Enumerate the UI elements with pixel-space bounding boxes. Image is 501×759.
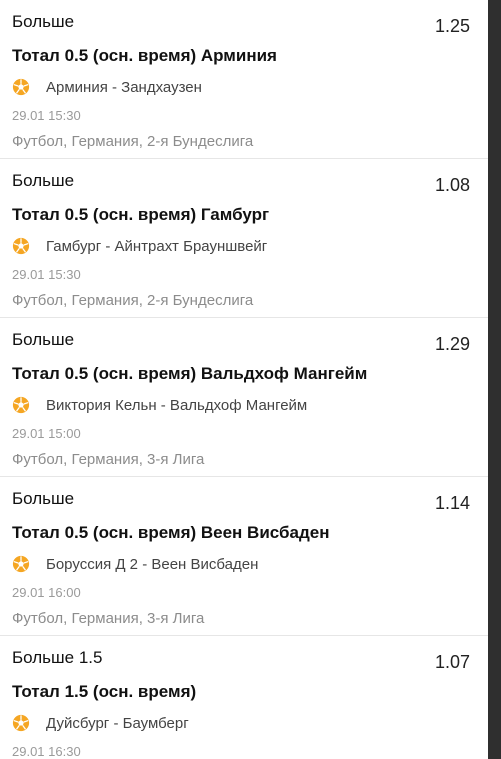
match-time: 29.01 16:00 bbox=[12, 585, 81, 600]
odds-value: 1.14 bbox=[434, 493, 470, 513]
odds-value: 1.25 bbox=[434, 16, 470, 36]
outcome-label: Больше bbox=[12, 12, 75, 31]
soccer-ball-icon bbox=[12, 237, 30, 255]
match-name: Гамбург - Айнтрахт Брауншвейг bbox=[46, 237, 268, 255]
bet-item[interactable]: Больше 1.14 Тотал 0.5 (осн. время) Веен … bbox=[0, 477, 488, 636]
market-title: Тотал 1.5 (осн. время) bbox=[12, 682, 197, 701]
match-row: Арминия - Зандхаузен bbox=[12, 78, 202, 96]
market-title: Тотал 0.5 (осн. время) Вальдхоф Мангейм bbox=[12, 364, 368, 383]
match-row: Гамбург - Айнтрахт Брауншвейг bbox=[12, 237, 267, 255]
match-time: 29.01 16:30 bbox=[12, 744, 81, 759]
bet-item[interactable]: Больше 1.5 1.07 Тотал 1.5 (осн. время) Д… bbox=[0, 636, 488, 759]
match-row: Дуйсбург - Баумберг bbox=[12, 714, 189, 732]
match-time: 29.01 15:00 bbox=[12, 426, 81, 441]
scrollbar-track[interactable] bbox=[488, 0, 501, 759]
market-title: Тотал 0.5 (осн. время) Веен Висбаден bbox=[12, 523, 330, 542]
outcome-label: Больше bbox=[12, 171, 75, 190]
league-label: Футбол, Германия, 3-я Лига bbox=[12, 451, 205, 468]
bets-list: Больше 1.25 Тотал 0.5 (осн. время) Армин… bbox=[0, 0, 488, 759]
match-time: 29.01 15:30 bbox=[12, 267, 81, 282]
match-name: Боруссия Д 2 - Веен Висбаден bbox=[46, 555, 259, 573]
league-label: Футбол, Германия, 2-я Бундеслига bbox=[12, 292, 254, 309]
league-label: Футбол, Германия, 3-я Лига bbox=[12, 610, 205, 627]
bet-item[interactable]: Больше 1.29 Тотал 0.5 (осн. время) Вальд… bbox=[0, 318, 488, 477]
soccer-ball-icon bbox=[12, 555, 30, 573]
soccer-ball-icon bbox=[12, 714, 30, 732]
match-time: 29.01 15:30 bbox=[12, 108, 81, 123]
match-row: Боруссия Д 2 - Веен Висбаден bbox=[12, 555, 258, 573]
match-name: Арминия - Зандхаузен bbox=[46, 78, 202, 96]
bet-item[interactable]: Больше 1.25 Тотал 0.5 (осн. время) Армин… bbox=[0, 0, 488, 159]
market-title: Тотал 0.5 (осн. время) Арминия bbox=[12, 46, 277, 65]
odds-value: 1.08 bbox=[434, 175, 470, 195]
odds-value: 1.07 bbox=[434, 652, 470, 672]
market-title: Тотал 0.5 (осн. время) Гамбург bbox=[12, 205, 270, 224]
soccer-ball-icon bbox=[12, 396, 30, 414]
bet-item[interactable]: Больше 1.08 Тотал 0.5 (осн. время) Гамбу… bbox=[0, 159, 488, 318]
match-name: Дуйсбург - Баумберг bbox=[46, 714, 189, 732]
soccer-ball-icon bbox=[12, 78, 30, 96]
odds-value: 1.29 bbox=[434, 334, 470, 354]
league-label: Футбол, Германия, 2-я Бундеслига bbox=[12, 133, 254, 150]
outcome-label: Больше bbox=[12, 330, 75, 349]
match-row: Виктория Кельн - Вальдхоф Мангейм bbox=[12, 396, 307, 414]
outcome-label: Больше 1.5 bbox=[12, 648, 103, 667]
match-name: Виктория Кельн - Вальдхоф Мангейм bbox=[46, 396, 308, 414]
outcome-label: Больше bbox=[12, 489, 75, 508]
